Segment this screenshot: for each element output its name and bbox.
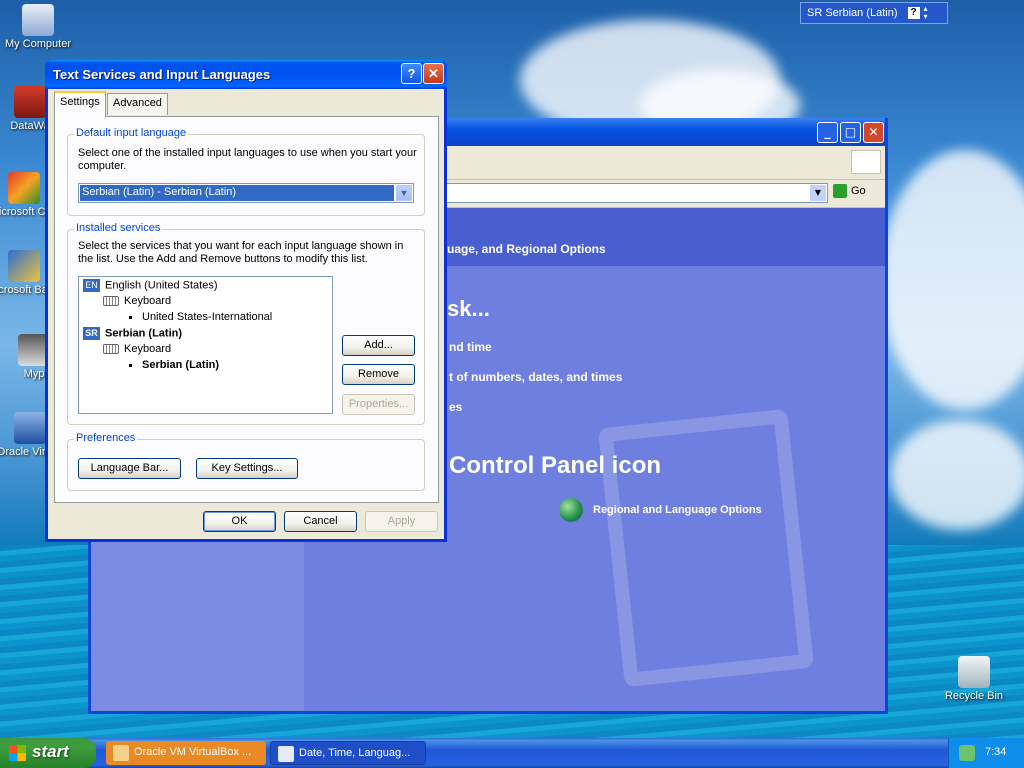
help-button[interactable]: ? (401, 63, 422, 84)
tree-item-layout[interactable]: United States-International (129, 311, 272, 323)
computer-icon (22, 4, 54, 36)
default-language-group: Default input language Select one of the… (67, 127, 425, 216)
dialog-titlebar: Text Services and Input Languages (45, 60, 447, 89)
taskbar-item-date-time[interactable]: Date, Time, Languag... (270, 741, 426, 765)
task-label: Date, Time, Languag... (299, 747, 411, 759)
settings-panel: Default input language Select one of the… (54, 116, 439, 503)
close-button[interactable]: ✕ (863, 122, 884, 143)
selected-language: Serbian (Latin) - Serbian (Latin) (80, 185, 394, 201)
start-label: start (32, 742, 69, 761)
task-link[interactable]: nd time (449, 340, 492, 354)
group-description: Select the services that you want for ea… (78, 240, 404, 265)
tab-settings[interactable]: Settings (54, 91, 106, 117)
task-link[interactable]: t of numbers, dates, and times (449, 370, 622, 384)
app-shortcut-icon (8, 172, 40, 204)
keyboard-icon (103, 296, 119, 307)
regional-options-link[interactable]: Regional and Language Options (593, 504, 762, 516)
language-badge: SR (83, 327, 100, 340)
bullet-icon (129, 315, 132, 319)
group-label: Default input language (74, 127, 189, 139)
task-link[interactable]: es (449, 400, 462, 414)
start-button[interactable]: start (0, 738, 96, 768)
pick-task-heading: sk... (447, 296, 490, 321)
windows-flag-icon (9, 745, 26, 761)
globe-icon (559, 498, 583, 522)
network-icon[interactable] (959, 745, 975, 761)
tree-item-label: United States-International (142, 311, 273, 323)
maximize-button[interactable]: □ (840, 122, 861, 143)
language-bar-text: SR Serbian (Latin) (807, 7, 898, 19)
tree-item-keyboard[interactable]: Keyboard (103, 343, 171, 355)
cancel-button[interactable]: Cancel (284, 511, 357, 532)
services-tree[interactable]: EN English (United States) Keyboard Unite… (78, 276, 333, 414)
app-shortcut-icon (14, 86, 46, 118)
dialog-title: Text Services and Input Languages (53, 67, 271, 82)
remove-button[interactable]: Remove (342, 364, 415, 385)
properties-button[interactable]: Properties... (342, 394, 415, 415)
recycle-bin-icon (958, 656, 990, 688)
app-shortcut-icon (8, 250, 40, 282)
group-label: Installed services (74, 222, 163, 234)
watermark-decoration (597, 408, 815, 688)
chevron-icon[interactable]: ▴ ▾ (924, 5, 928, 21)
tree-item-label: Serbian (Latin) (142, 359, 220, 371)
tree-item-language[interactable]: SR Serbian (Latin) (83, 327, 182, 340)
desktop-icon-label: Recycle Bin (944, 690, 1004, 702)
task-label: Oracle VM VirtualBox ... (134, 746, 252, 758)
tree-item-label: Keyboard (124, 295, 172, 307)
apply-button[interactable]: Apply (365, 511, 438, 532)
chevron-down-icon[interactable]: ▼ (396, 185, 412, 201)
windows-logo-icon (851, 150, 881, 174)
taskbar-item-virtualbox[interactable]: Oracle VM VirtualBox ... (106, 741, 266, 765)
pick-icon-heading: Control Panel icon (449, 452, 662, 479)
clock[interactable]: 7:34 (985, 746, 1006, 758)
cloud-decoration (880, 150, 1024, 410)
language-bar[interactable]: SR Serbian (Latin) ? ▴ ▾ (800, 2, 948, 24)
tree-item-layout[interactable]: Serbian (Latin) (129, 359, 219, 371)
default-language-select[interactable]: Serbian (Latin) - Serbian (Latin) ▼ (78, 183, 414, 203)
address-input[interactable]: ▼ (446, 183, 828, 203)
system-tray: 7:34 (948, 738, 1024, 768)
taskbar: start Oracle VM VirtualBox ... Date, Tim… (0, 738, 1024, 768)
header-title: uage, and Regional Options (447, 242, 606, 256)
installed-services-group: Installed services Select the services t… (67, 222, 425, 425)
bullet-icon (129, 363, 132, 367)
add-button[interactable]: Add... (342, 335, 415, 356)
preferences-group: Preferences Language Bar... Key Settings… (67, 432, 425, 491)
desktop-icon-label: My Computer (4, 38, 72, 50)
go-button[interactable]: Go (833, 184, 866, 198)
virtualbox-icon (14, 412, 46, 444)
tree-item-label: Serbian (Latin) (105, 327, 183, 340)
language-badge: EN (83, 279, 100, 292)
tree-item-label: Keyboard (124, 343, 172, 355)
tree-item-label: English (United States) (105, 279, 218, 292)
chevron-down-icon[interactable]: ▼ (810, 185, 826, 201)
ok-button[interactable]: OK (203, 511, 276, 532)
cloud-decoration (890, 420, 1024, 530)
tab-advanced[interactable]: Advanced (107, 93, 168, 115)
desktop-icon-my-computer[interactable]: My Computer (0, 4, 76, 50)
group-label: Preferences (74, 432, 138, 444)
minimize-button[interactable]: _ (817, 122, 838, 143)
tree-item-keyboard[interactable]: Keyboard (103, 295, 171, 307)
desktop-icon-recycle-bin[interactable]: Recycle Bin (936, 656, 1012, 702)
text-services-dialog: Text Services and Input Languages ? ✕ Se… (45, 60, 447, 542)
virtualbox-icon (113, 745, 129, 761)
close-button[interactable]: ✕ (423, 63, 444, 84)
desktop-icon-label: Myp (23, 368, 45, 380)
desktop-icon-label: DataWa (10, 120, 50, 132)
help-icon[interactable]: ? (907, 7, 920, 19)
group-description: Select one of the installed input langua… (78, 147, 417, 172)
tree-item-language[interactable]: EN English (United States) (83, 279, 218, 292)
keyboard-icon (103, 344, 119, 355)
control-panel-icon (278, 746, 294, 762)
key-settings-button[interactable]: Key Settings... (196, 458, 298, 479)
language-bar-button[interactable]: Language Bar... (78, 458, 181, 479)
